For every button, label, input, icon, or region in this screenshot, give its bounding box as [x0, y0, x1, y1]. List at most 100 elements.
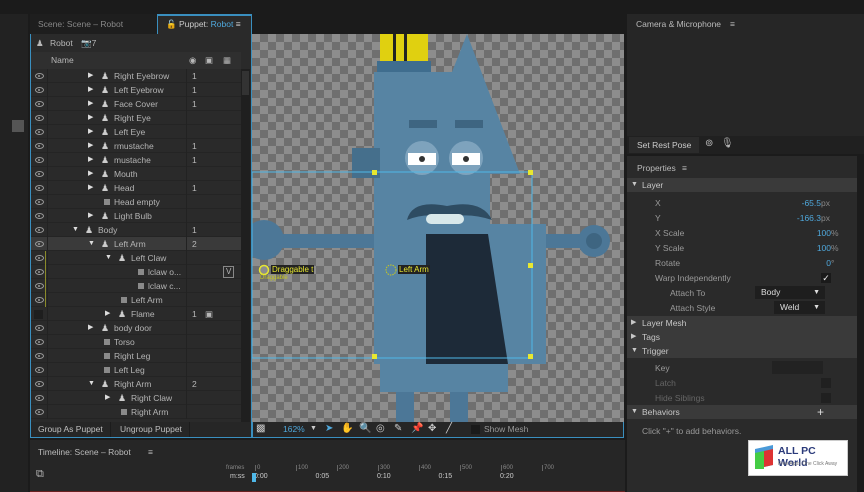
eye-icon[interactable]: [35, 227, 44, 233]
layer-row[interactable]: ▶ ♟ Left Eyebrow 1: [31, 83, 241, 97]
eye-icon[interactable]: [35, 213, 44, 219]
expand-right-icon[interactable]: ▶: [88, 125, 93, 139]
draggable-handle-label[interactable]: Draggable t: [271, 265, 315, 274]
y-scale-value[interactable]: 100: [817, 241, 831, 255]
key-input[interactable]: [772, 361, 823, 374]
attach-style-select[interactable]: Weld: [774, 301, 825, 314]
panel-menu-icon[interactable]: ≡: [148, 447, 153, 457]
select-tool-icon[interactable]: ➤: [325, 423, 333, 434]
warp-independently-checkbox[interactable]: ✓: [821, 273, 831, 283]
eye-icon[interactable]: [35, 395, 44, 401]
tab-puppet[interactable]: 🔓 Puppet: Robot ≡: [157, 14, 252, 34]
layer-section[interactable]: ▼ Layer: [627, 178, 857, 192]
checkerboard-toggle-icon[interactable]: ▩: [256, 423, 265, 434]
pin-tool-icon[interactable]: 📌: [411, 423, 423, 434]
layer-row[interactable]: Right Arm: [31, 405, 241, 419]
zoom-tool-icon[interactable]: 🔍: [359, 423, 371, 434]
expand-right-icon[interactable]: ▶: [88, 69, 93, 83]
panel-menu-icon[interactable]: ≡: [730, 19, 735, 29]
eye-icon[interactable]: [35, 73, 44, 79]
expand-right-icon[interactable]: ▶: [88, 181, 93, 195]
origin-tool-icon[interactable]: ◎: [376, 423, 385, 434]
eye-icon[interactable]: [35, 283, 44, 289]
layer-row[interactable]: lclaw o... V: [31, 265, 241, 279]
dragger-tool-icon[interactable]: ✥: [428, 423, 436, 434]
group-as-puppet-button[interactable]: Group As Puppet: [31, 422, 111, 437]
expand-down-icon[interactable]: ▼: [72, 223, 79, 237]
hand-tool-icon[interactable]: ✋: [341, 423, 353, 434]
layer-row[interactable]: ▶ ♟ Right Eyebrow 1: [31, 69, 241, 83]
eye-icon[interactable]: [35, 367, 44, 373]
tags-section[interactable]: ▶ Tags: [627, 330, 857, 344]
layer-row[interactable]: ▶ ♟ Face Cover 1: [31, 97, 241, 111]
eye-icon[interactable]: [35, 185, 44, 191]
eye-icon[interactable]: [35, 409, 44, 415]
layer-scrollbar[interactable]: [241, 69, 250, 427]
layer-row[interactable]: ▼ ♟ Body 1: [31, 223, 241, 237]
latch-checkbox[interactable]: [821, 378, 831, 388]
trigger-section[interactable]: ▼ Trigger: [627, 344, 857, 358]
eye-icon[interactable]: [35, 101, 44, 107]
ungroup-puppet-button[interactable]: Ungroup Puppet: [113, 422, 190, 437]
expand-down-icon[interactable]: ▼: [88, 237, 95, 251]
eye-icon[interactable]: [35, 143, 44, 149]
layer-row[interactable]: ▶ ♟ Right Eye: [31, 111, 241, 125]
layer-row[interactable]: ▶ ♟ body door: [31, 321, 241, 335]
expand-right-icon[interactable]: ▶: [88, 321, 93, 335]
eye-icon[interactable]: [35, 255, 44, 261]
expand-down-icon[interactable]: ▼: [88, 377, 95, 391]
y-value[interactable]: -166.3: [797, 211, 821, 225]
layer-row[interactable]: ▼ ♟ Left Arm 2: [31, 237, 241, 251]
layer-row[interactable]: lclaw c...: [31, 279, 241, 293]
behaviors-section[interactable]: ▼ Behaviors +: [627, 405, 857, 419]
handle-tool-icon[interactable]: ✎: [394, 423, 402, 434]
stick-tool-icon[interactable]: ╱: [446, 423, 452, 434]
eye-icon[interactable]: [35, 339, 44, 345]
expand-right-icon[interactable]: ▶: [88, 153, 93, 167]
tab-scene[interactable]: Scene: Scene – Robot: [30, 14, 157, 34]
playhead[interactable]: [252, 473, 256, 482]
eye-icon[interactable]: [35, 353, 44, 359]
layer-mesh-section[interactable]: ▶ Layer Mesh: [627, 316, 857, 330]
eye-icon[interactable]: [35, 171, 44, 177]
layer-row[interactable]: ▶ ♟ Mouth: [31, 167, 241, 181]
layer-row[interactable]: Right Leg: [31, 349, 241, 363]
layer-row[interactable]: Left Leg: [31, 363, 241, 377]
eye-icon[interactable]: [35, 199, 44, 205]
eye-icon[interactable]: [35, 269, 44, 275]
layer-row[interactable]: ▶ ♟ Light Bulb: [31, 209, 241, 223]
visibility-toggle[interactable]: [34, 310, 43, 319]
eye-icon[interactable]: [35, 381, 44, 387]
panel-menu-icon[interactable]: ≡: [682, 163, 687, 173]
eye-icon[interactable]: [35, 325, 44, 331]
attach-to-select[interactable]: Body: [755, 286, 825, 299]
layer-row[interactable]: ▶ ♟ Left Eye: [31, 125, 241, 139]
layer-row[interactable]: ▶ ♟ Flame 1 ▣: [31, 307, 241, 321]
layer-row[interactable]: Torso: [31, 335, 241, 349]
layer-row[interactable]: ▼ ♟ Left Claw: [31, 251, 241, 265]
zoom-select[interactable]: 162%: [283, 424, 305, 434]
eye-icon[interactable]: [35, 297, 44, 303]
expand-right-icon[interactable]: ▶: [88, 111, 93, 125]
expand-right-icon[interactable]: ▶: [88, 209, 93, 223]
expand-right-icon[interactable]: ▶: [88, 83, 93, 97]
eye-icon[interactable]: [35, 129, 44, 135]
add-behavior-button[interactable]: +: [817, 405, 824, 419]
layer-row[interactable]: Head empty: [31, 195, 241, 209]
layer-row[interactable]: ▶ ♟ Head 1: [31, 181, 241, 195]
eye-icon[interactable]: [35, 241, 44, 247]
x-value[interactable]: -65.5: [802, 196, 821, 210]
webcam-icon[interactable]: ⊚: [705, 138, 713, 149]
zoom-dropdown-icon[interactable]: ▼: [310, 425, 317, 432]
eye-icon[interactable]: [35, 115, 44, 121]
lock-icon[interactable]: 🔓: [166, 19, 177, 29]
expand-down-icon[interactable]: ▼: [105, 251, 112, 265]
left-arm-handle-label[interactable]: Left Arm: [398, 265, 430, 274]
expand-right-icon[interactable]: ▶: [88, 97, 93, 111]
panel-menu-icon[interactable]: ≡: [236, 19, 241, 29]
eye-icon[interactable]: [35, 87, 44, 93]
timeline-add-icon[interactable]: ⧉: [36, 468, 44, 481]
expand-right-icon[interactable]: ▶: [105, 307, 110, 321]
layer-row[interactable]: ▶ ♟ Right Claw: [31, 391, 241, 405]
expand-right-icon[interactable]: ▶: [105, 391, 110, 405]
